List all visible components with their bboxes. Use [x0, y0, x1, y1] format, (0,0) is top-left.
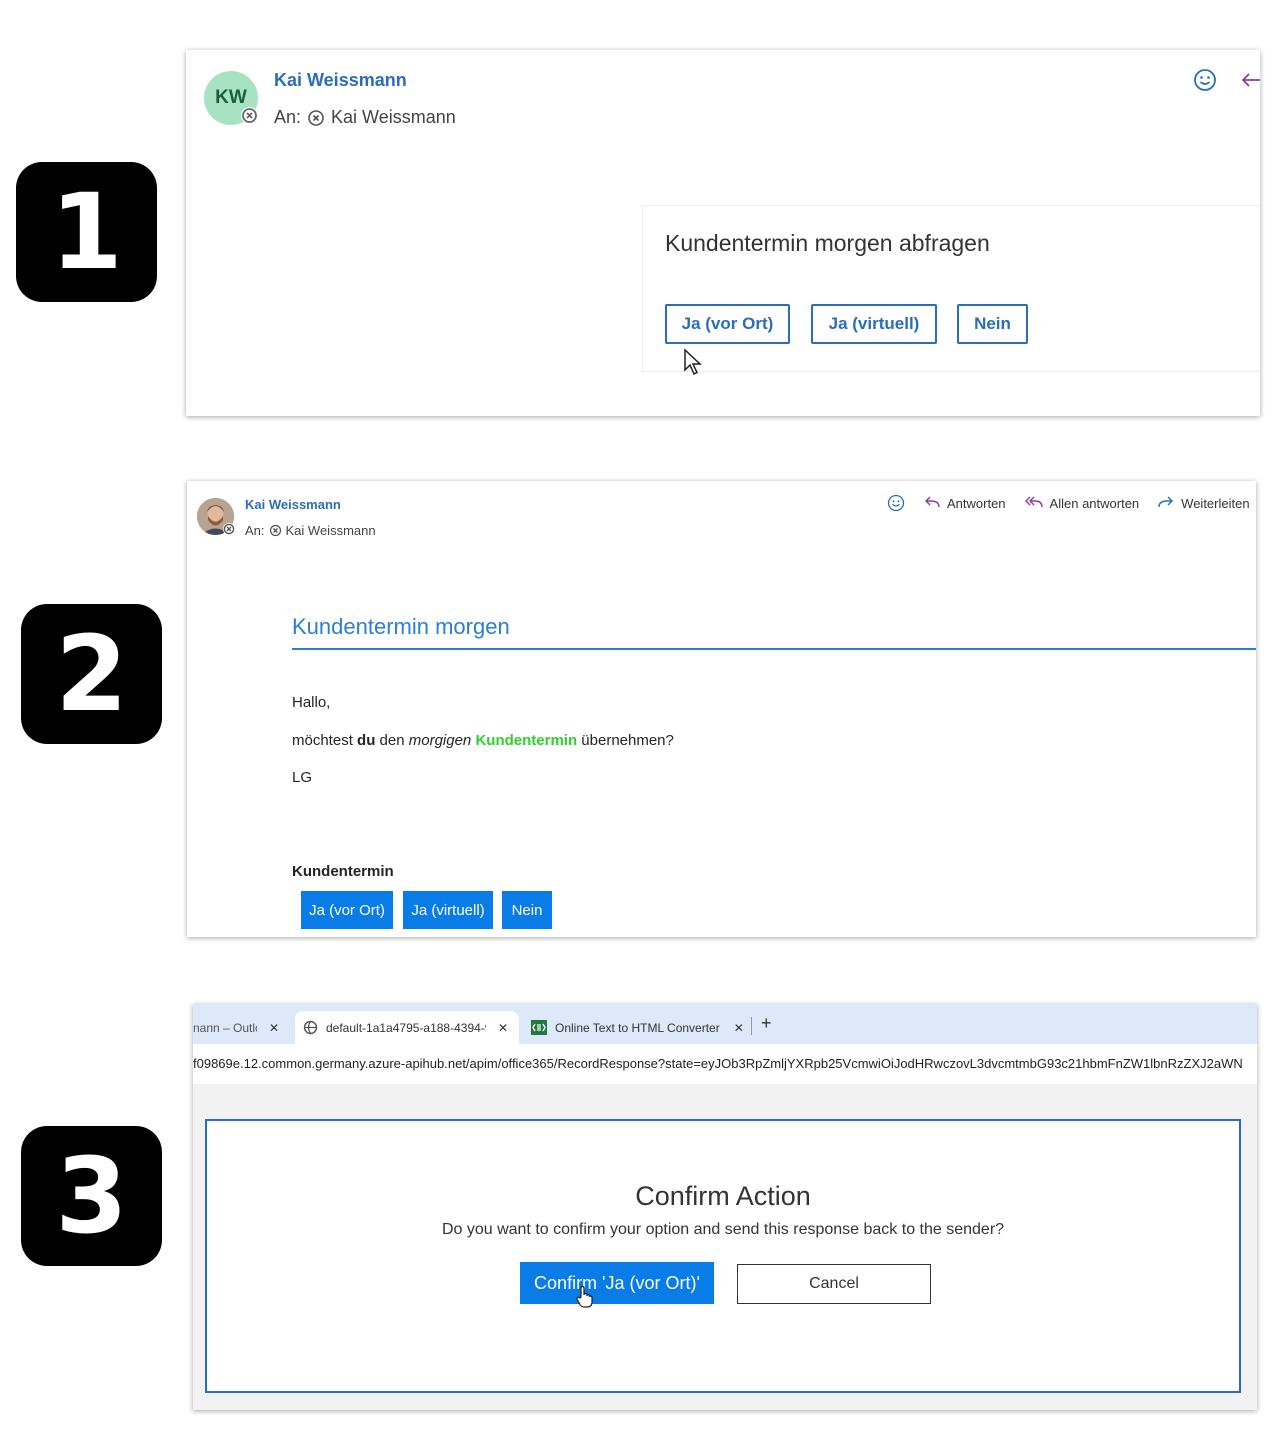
nein-button[interactable]: Nein [502, 891, 552, 929]
forward-icon[interactable] [1157, 495, 1175, 511]
card-title: Kundentermin morgen abfragen [665, 230, 990, 256]
address-bar[interactable]: f09869e.12.common.germany.azure-apihub.n… [193, 1044, 1257, 1084]
nein-button[interactable]: Nein [957, 304, 1028, 344]
to-label: An: [274, 107, 302, 127]
step-badge-3: 3 [21, 1126, 162, 1266]
message-heading: Kundentermin morgen [292, 614, 510, 639]
confirm-dialog: Confirm Action Do you want to confirm yo… [205, 1119, 1241, 1393]
hand-cursor-icon [575, 1285, 595, 1309]
ja-virtuell-button[interactable]: Ja (virtuell) [403, 891, 493, 929]
presence-offline-icon [269, 524, 282, 537]
page-content: Confirm Action Do you want to confirm yo… [193, 1084, 1257, 1410]
body-text: möchtest du den morgigen Kundentermin üb… [292, 732, 674, 749]
presence-offline-icon [241, 107, 258, 124]
converter-site-icon [531, 1020, 547, 1035]
tab-bar: nann – Outlo ✕ default-1a1a4795-a188-439… [193, 1004, 1257, 1044]
forward-button[interactable]: Weiterleiten [1181, 496, 1249, 511]
ja-virtuell-button[interactable]: Ja (virtuell) [811, 304, 937, 344]
emoji-react-icon[interactable] [887, 494, 905, 512]
emoji-react-icon[interactable] [1193, 68, 1217, 92]
globe-icon [303, 1020, 318, 1035]
reply-button[interactable]: Antworten [947, 496, 1006, 511]
recipient-line: An: Kai Weissmann [274, 107, 456, 128]
confirm-button[interactable]: Confirm 'Ja (vor Ort)' [520, 1262, 714, 1304]
recipient-line: An: Kai Weissmann [245, 523, 376, 538]
close-tab-icon[interactable]: ✕ [734, 1021, 744, 1035]
tab-record-response[interactable]: default-1a1a4795-a188-4394-9 ✕ [295, 1011, 519, 1044]
presence-offline-icon [307, 109, 325, 127]
reply-all-button[interactable]: Allen antworten [1050, 496, 1140, 511]
sender-name[interactable]: Kai Weissmann [274, 70, 407, 91]
highlighted-word: Kundentermin [475, 732, 578, 749]
reply-all-icon[interactable] [1024, 495, 1044, 511]
greeting-text: Hallo, [292, 694, 331, 711]
ja-vor-ort-button[interactable]: Ja (vor Ort) [665, 304, 790, 344]
mouse-pointer-icon [683, 348, 703, 376]
reply-icon[interactable] [923, 495, 941, 511]
heading-divider [292, 648, 1256, 650]
section-label: Kundentermin [292, 863, 394, 880]
cancel-button[interactable]: Cancel [737, 1264, 931, 1304]
step-badge-1: 1 [16, 162, 157, 302]
reply-arrow-icon[interactable] [1240, 70, 1260, 90]
signoff-text: LG [292, 769, 313, 786]
recipient-name[interactable]: Kai Weissmann [331, 107, 456, 128]
close-tab-icon[interactable]: ✕ [498, 1021, 508, 1035]
adaptive-card: Kundentermin morgen abfragen Ja (vor Ort… [642, 205, 1260, 372]
sender-name[interactable]: Kai Weissmann [245, 497, 341, 512]
message-actions: Antworten Allen antworten Weiterleiten [887, 494, 1250, 512]
recipient-name[interactable]: Kai Weissmann [286, 523, 376, 538]
tab-separator [751, 1017, 752, 1035]
ja-vor-ort-button[interactable]: Ja (vor Ort) [301, 891, 393, 929]
step-badge-2: 2 [21, 604, 162, 744]
tab-outlook[interactable]: nann – Outlo ✕ [193, 1011, 293, 1044]
dialog-title: Confirm Action [635, 1181, 811, 1211]
to-label: An: [245, 523, 265, 538]
new-tab-button[interactable]: + [761, 1013, 772, 1034]
dialog-message: Do you want to confirm your option and s… [441, 1221, 1005, 1238]
browser-window: nann – Outlo ✕ default-1a1a4795-a188-439… [193, 1004, 1257, 1410]
tab-html-converter[interactable]: Online Text to HTML Converter ✕ [531, 1011, 744, 1044]
outlook-message-card-view: KW Kai Weissmann An: Kai Weissmann Kunde… [186, 50, 1260, 416]
presence-offline-icon [222, 522, 236, 536]
close-tab-icon[interactable]: ✕ [269, 1021, 279, 1035]
outlook-message-html-view: Kai Weissmann An: Kai Weissmann Antworte… [187, 481, 1256, 937]
